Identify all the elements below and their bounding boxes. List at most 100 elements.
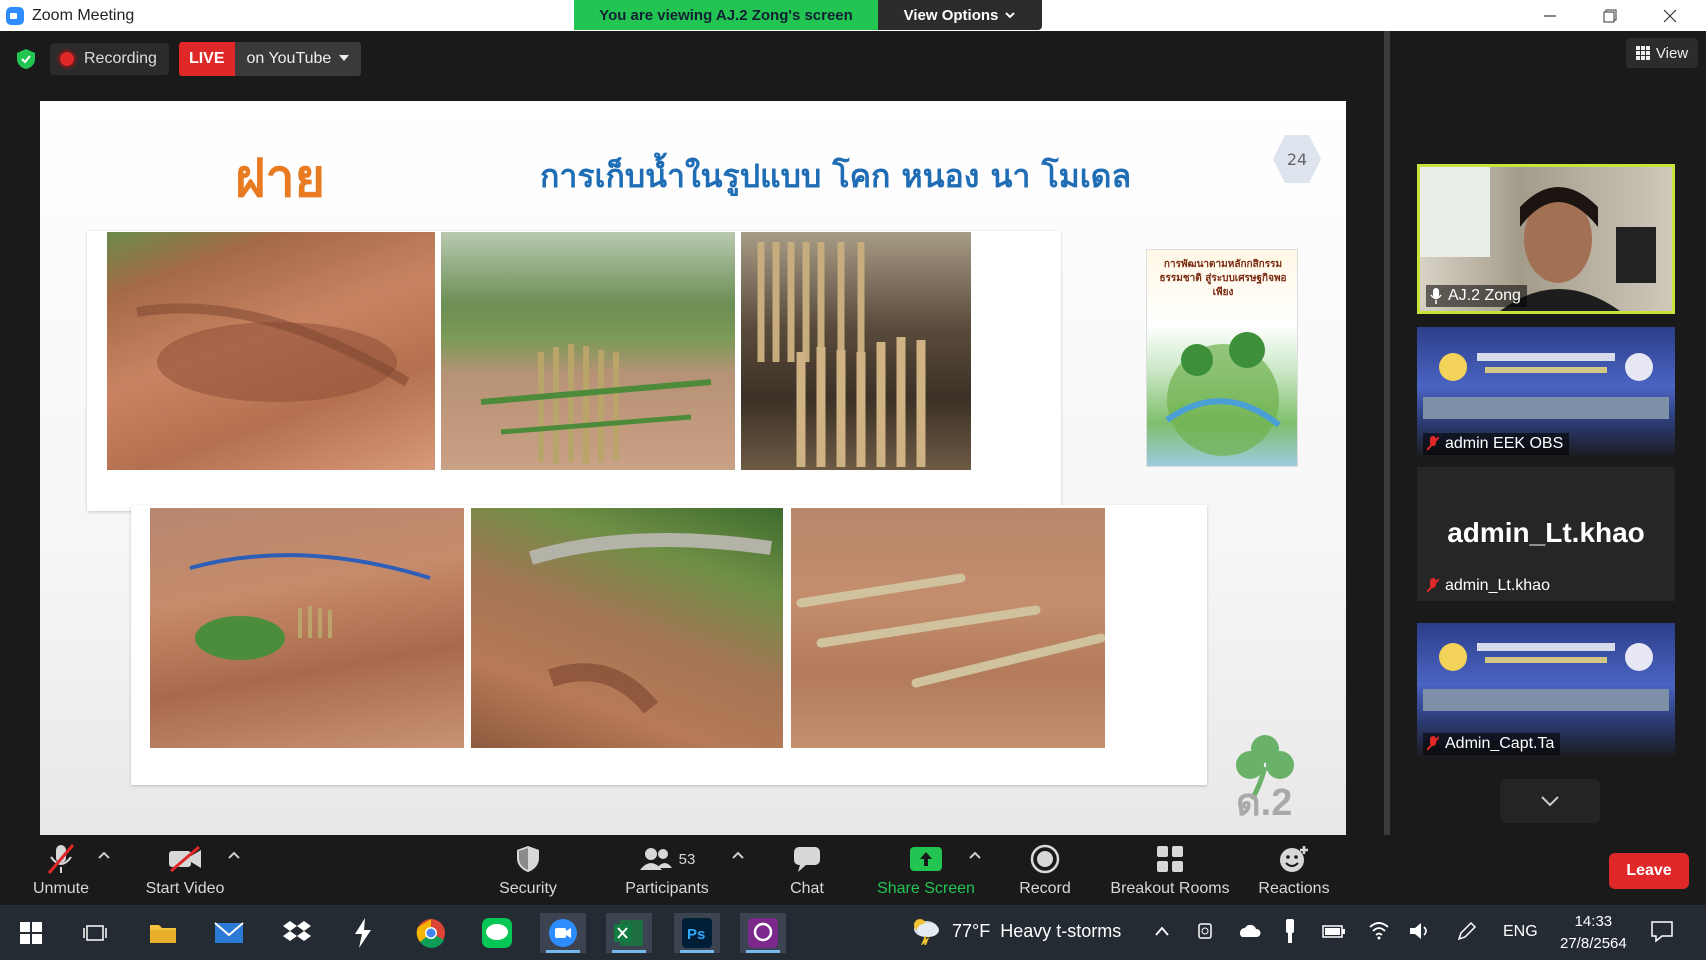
unmute-label: Unmute: [32, 880, 90, 897]
mic-unmuted-icon: [1430, 288, 1442, 304]
photo-earth-trench: [107, 232, 435, 470]
participants-button[interactable]: 53 Participants: [602, 839, 732, 901]
pen-workspace-icon[interactable]: [1456, 920, 1478, 942]
meet-now-icon[interactable]: [1197, 920, 1215, 942]
video-options-caret-icon[interactable]: [227, 849, 241, 863]
leave-button[interactable]: Leave: [1609, 853, 1689, 889]
pdf-app-icon: [748, 918, 778, 948]
security-button[interactable]: Security: [463, 839, 593, 901]
participant-tile-admin-capt-ta[interactable]: Admin_Capt.Ta: [1417, 623, 1675, 759]
photo-hillside-weir: [471, 508, 783, 748]
record-button[interactable]: Record: [980, 839, 1110, 901]
usb-device-icon[interactable]: [1284, 919, 1296, 943]
shield-icon: [517, 846, 539, 872]
participant-name: Admin_Capt.Ta: [1445, 735, 1555, 752]
minimize-button[interactable]: [1520, 0, 1580, 31]
restore-button[interactable]: [1580, 0, 1640, 31]
participants-video-panel: View AJ.2 Zong admin EEK OBS admin_Lt.kh…: [1390, 31, 1706, 835]
start-video-label: Start Video: [145, 880, 225, 897]
svg-text:Ps: Ps: [687, 926, 705, 943]
taskbar-photoshop[interactable]: Ps: [674, 913, 720, 953]
reactions-button[interactable]: Reactions: [1229, 839, 1359, 901]
photoshop-icon: Ps: [682, 918, 712, 948]
share-screen-label: Share Screen: [877, 880, 975, 897]
record-label: Record: [1019, 880, 1071, 897]
view-layout-button[interactable]: View: [1626, 38, 1698, 68]
view-options-button[interactable]: View Options: [878, 0, 1042, 30]
photo-bamboo-weir: [441, 232, 735, 470]
weather-desc: Heavy t-storms: [1000, 920, 1122, 941]
taskbar-pdf-app[interactable]: [740, 913, 786, 953]
onedrive-cloud-icon[interactable]: [1237, 923, 1261, 939]
folder-icon: [150, 925, 176, 943]
taskbar-line[interactable]: [474, 913, 520, 953]
encryption-shield[interactable]: [12, 45, 40, 73]
taskbar-mail[interactable]: [206, 913, 252, 953]
battery-icon[interactable]: [1322, 923, 1346, 939]
next-page-button[interactable]: [1500, 779, 1600, 823]
wifi-icon[interactable]: [1368, 920, 1390, 940]
recording-dot-icon: [60, 52, 74, 66]
taskbar-chrome[interactable]: [408, 913, 454, 953]
participant-tile-aj2-zong[interactable]: AJ.2 Zong: [1417, 164, 1675, 314]
excel-icon: [614, 920, 643, 946]
share-screen-icon: [910, 847, 942, 871]
participant-name-tag: Admin_Capt.Ta: [1423, 733, 1561, 755]
breakout-rooms-icon: [1157, 846, 1183, 872]
mail-icon: [214, 922, 244, 943]
viewing-banner: You are viewing AJ.2 Zong's screen: [574, 0, 878, 30]
windows-taskbar: Ps 77°F Heavy t-storms ENG 14:33 27/8/25…: [0, 905, 1706, 960]
security-label: Security: [499, 880, 557, 897]
language-indicator[interactable]: ENG: [1503, 923, 1538, 941]
zoom-app-icon: [6, 6, 24, 25]
slide-watermark: ด.2: [1236, 782, 1293, 824]
restore-icon: [1603, 9, 1617, 22]
slide-heading: การเก็บน้ำในรูปแบบ โคก หนอง นา โมเดล: [540, 157, 1132, 195]
participants-label: Participants: [625, 880, 709, 897]
chevron-down-icon: [1541, 796, 1559, 807]
participant-tile-admin-lt-khao[interactable]: admin_Lt.khao admin_Lt.khao: [1417, 467, 1675, 601]
meeting-toolbar: Unmute Start Video Security 53 Participa…: [0, 835, 1706, 905]
volume-icon[interactable]: [1409, 921, 1431, 941]
taskbar-file-explorer[interactable]: [140, 913, 186, 953]
taskbar-dropbox[interactable]: [274, 913, 320, 953]
photo-bamboo-pipes: [791, 508, 1105, 748]
taskbar-excel[interactable]: [606, 913, 652, 953]
taskbar-app-lightning[interactable]: [340, 913, 386, 953]
participants-count: 53: [678, 850, 696, 868]
chat-icon: [794, 847, 820, 872]
weather-widget[interactable]: 77°F Heavy t-storms: [910, 917, 1121, 945]
participant-name-tag: AJ.2 Zong: [1426, 285, 1527, 307]
tray-chevron-up-icon[interactable]: [1154, 925, 1170, 937]
close-icon: [1663, 9, 1677, 22]
participant-display-name: admin_Lt.khao: [1447, 517, 1645, 548]
participant-tile-admin-eek-obs[interactable]: admin EEK OBS: [1417, 327, 1675, 459]
taskbar-clock[interactable]: 14:33 27/8/2564: [1560, 911, 1627, 955]
close-button[interactable]: [1640, 0, 1700, 31]
photo-swale-banana: [150, 508, 464, 748]
audio-options-caret-icon[interactable]: [97, 849, 111, 863]
line-app-icon: [482, 918, 512, 948]
minimize-icon: [1544, 14, 1556, 17]
shield-check-icon: [17, 49, 35, 69]
book-cover-image: การพัฒนาตามหลักกสิกรรมธรรมชาติ สู่ระบบเศ…: [1146, 249, 1298, 467]
notification-center-icon[interactable]: [1650, 919, 1674, 943]
reactions-label: Reactions: [1258, 880, 1330, 897]
thunderstorm-icon: [914, 919, 939, 945]
task-view-button[interactable]: [72, 913, 118, 953]
recording-label: Recording: [84, 50, 157, 67]
live-destination-label: on YouTube: [246, 50, 332, 67]
weather-temp: 77°F: [952, 920, 991, 941]
live-stream-indicator[interactable]: LIVE on YouTube: [178, 42, 362, 76]
windows-logo-icon: [20, 922, 42, 944]
photo-row-top: [87, 231, 1061, 511]
taskbar-zoom[interactable]: [540, 913, 586, 953]
recording-indicator[interactable]: Recording: [50, 43, 169, 75]
mic-muted-icon: [1427, 736, 1439, 751]
breakout-rooms-button[interactable]: Breakout Rooms: [1100, 839, 1240, 901]
grid-icon: [1635, 46, 1650, 60]
start-button[interactable]: [8, 913, 54, 953]
chat-button[interactable]: Chat: [742, 839, 872, 901]
live-destination[interactable]: on YouTube: [234, 42, 362, 76]
clock-date: 27/8/2564: [1560, 935, 1627, 952]
